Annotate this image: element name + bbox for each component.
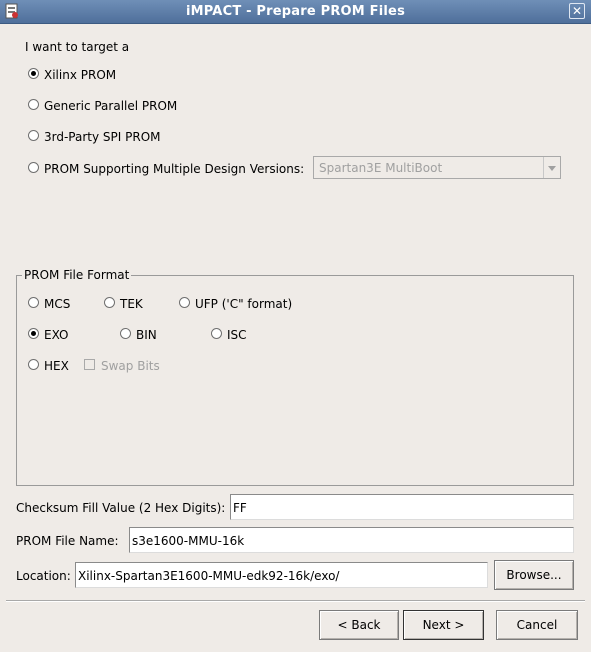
prom-file-format-legend: PROM File Format bbox=[22, 268, 132, 282]
next-button[interactable]: Next > bbox=[403, 610, 484, 640]
location-value: Xilinx-Spartan3E1600-MMU-edk92-16k/exo/ bbox=[78, 569, 340, 583]
checksum-label: Checksum Fill Value (2 Hex Digits): bbox=[16, 501, 226, 515]
location-label: Location: bbox=[16, 569, 71, 583]
radio-generic-parallel-prom[interactable] bbox=[28, 99, 39, 110]
radio-format-isc[interactable] bbox=[211, 328, 222, 339]
swap-bits-checkbox bbox=[84, 359, 95, 370]
target-intro: I want to target a bbox=[25, 40, 130, 54]
radio-format-ufp[interactable] bbox=[179, 297, 190, 308]
swap-bits-label: Swap Bits bbox=[101, 359, 160, 373]
checksum-value: FF bbox=[233, 501, 247, 515]
browse-button[interactable]: Browse... bbox=[494, 560, 574, 590]
multiboot-select: Spartan3E MultiBoot bbox=[313, 156, 561, 179]
radio-format-tek[interactable] bbox=[104, 297, 115, 308]
radio-format-tek-label[interactable]: TEK bbox=[120, 297, 143, 311]
checksum-field[interactable]: FF bbox=[230, 494, 574, 520]
radio-format-bin[interactable] bbox=[120, 328, 131, 339]
radio-spi-prom-label[interactable]: 3rd-Party SPI PROM bbox=[44, 130, 161, 144]
radio-format-exo-label[interactable]: EXO bbox=[44, 328, 68, 342]
radio-xilinx-prom-label[interactable]: Xilinx PROM bbox=[44, 68, 116, 82]
prom-file-name-label: PROM File Name: bbox=[16, 534, 119, 548]
window-title: iMPACT - Prepare PROM Files bbox=[185, 4, 406, 19]
radio-format-isc-label[interactable]: ISC bbox=[227, 328, 247, 342]
radio-format-mcs[interactable] bbox=[28, 297, 39, 308]
close-icon[interactable]: ✕ bbox=[569, 3, 585, 19]
radio-format-hex[interactable] bbox=[28, 359, 39, 370]
radio-format-ufp-label[interactable]: UFP ('C" format) bbox=[195, 297, 292, 311]
radio-spi-prom[interactable] bbox=[28, 130, 39, 141]
location-field[interactable]: Xilinx-Spartan3E1600-MMU-edk92-16k/exo/ bbox=[75, 562, 488, 588]
title-bar: iMPACT - Prepare PROM Files ✕ bbox=[0, 0, 591, 24]
prom-file-format-group bbox=[16, 275, 574, 486]
radio-multiple-design-versions-label[interactable]: PROM Supporting Multiple Design Versions… bbox=[44, 162, 304, 176]
radio-xilinx-prom[interactable] bbox=[28, 68, 39, 79]
radio-format-bin-label[interactable]: BIN bbox=[136, 328, 157, 342]
chevron-down-icon bbox=[543, 157, 560, 178]
prom-file-name-field[interactable]: s3e1600-MMU-16k bbox=[129, 527, 574, 553]
radio-format-hex-label[interactable]: HEX bbox=[44, 359, 69, 373]
radio-format-exo[interactable] bbox=[28, 328, 39, 339]
multiboot-select-value: Spartan3E MultiBoot bbox=[319, 161, 443, 175]
prom-file-name-value: s3e1600-MMU-16k bbox=[132, 534, 245, 548]
radio-format-mcs-label[interactable]: MCS bbox=[44, 297, 70, 311]
radio-multiple-design-versions[interactable] bbox=[28, 162, 39, 173]
footer-divider bbox=[6, 600, 585, 602]
back-button[interactable]: < Back bbox=[319, 610, 399, 640]
radio-generic-parallel-prom-label[interactable]: Generic Parallel PROM bbox=[44, 99, 177, 113]
cancel-button[interactable]: Cancel bbox=[496, 610, 578, 640]
